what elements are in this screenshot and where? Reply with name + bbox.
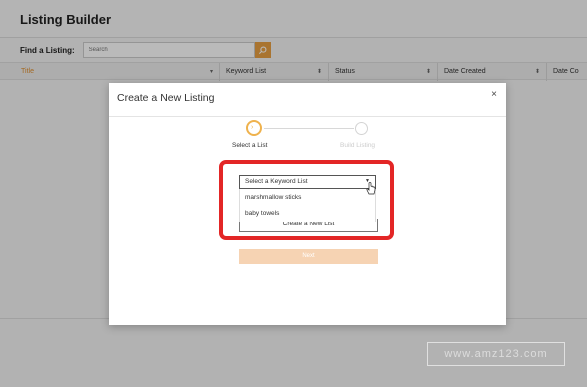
step-connector — [264, 128, 354, 129]
stepper: › Select a List Build Listing — [109, 119, 506, 155]
next-button[interactable]: Next — [239, 249, 378, 264]
modal-header: Create a New Listing × — [109, 83, 506, 117]
close-icon[interactable]: × — [491, 89, 497, 100]
step-1-circle: › — [246, 120, 262, 136]
step-1-label: Select a List — [232, 142, 268, 149]
watermark: www.amz123.com — [427, 342, 565, 366]
step-2-circle — [355, 122, 368, 135]
highlight-box — [219, 160, 394, 240]
step-2-label: Build Listing — [340, 142, 376, 149]
modal-title: Create a New Listing — [117, 92, 215, 104]
hand-cursor-icon — [366, 182, 376, 195]
